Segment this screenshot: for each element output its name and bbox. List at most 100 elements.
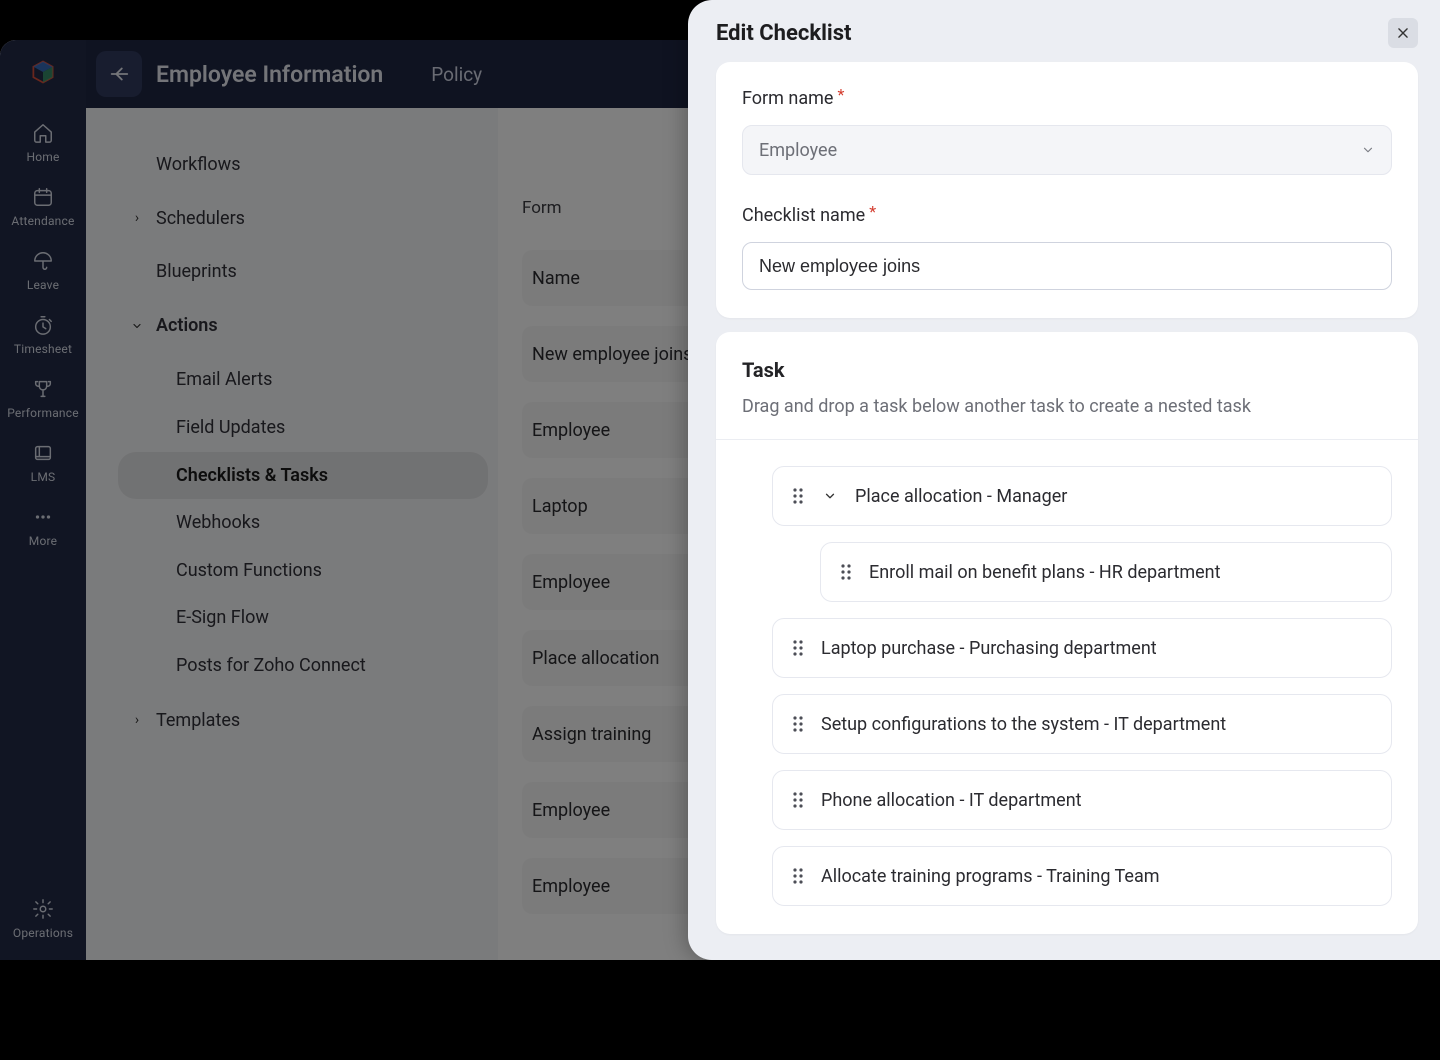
- sidebar-item-label: Actions: [156, 315, 218, 337]
- sidebar-sub-label: Email Alerts: [176, 369, 272, 391]
- sidebar-item-label: Templates: [156, 710, 240, 732]
- rail-item-label: Performance: [7, 406, 79, 420]
- rail-item-label: Operations: [13, 926, 73, 940]
- more-icon: [32, 506, 54, 528]
- task-item[interactable]: Allocate training programs - Training Te…: [772, 846, 1392, 906]
- drag-handle-icon[interactable]: [839, 563, 853, 581]
- task-label: Setup configurations to the system - IT …: [821, 714, 1226, 735]
- modal-body: Form name* Employee Checklist name* Task…: [688, 56, 1440, 960]
- sidebar-item-label: Workflows: [156, 154, 241, 176]
- rail-item-timesheet[interactable]: Timesheet: [9, 304, 77, 360]
- table-cell: Employee: [532, 572, 610, 593]
- home-icon: [32, 122, 54, 144]
- stopwatch-icon: [32, 314, 54, 336]
- sidebar-sub-email-alerts[interactable]: Email Alerts: [118, 356, 488, 404]
- sidebar-sub-label: Custom Functions: [176, 560, 322, 582]
- sidebar-sub-label: Posts for Zoho Connect: [176, 655, 366, 677]
- sidebar-sub-label: Webhooks: [176, 512, 260, 534]
- required-indicator: *: [869, 202, 876, 221]
- checklist-name-input[interactable]: [742, 242, 1392, 290]
- task-hint: Drag and drop a task below another task …: [742, 396, 1392, 417]
- sidebar-sub-esign-flow[interactable]: E-Sign Flow: [118, 594, 488, 642]
- rail-item-leave[interactable]: Leave: [9, 240, 77, 296]
- form-name-select[interactable]: Employee: [742, 125, 1392, 175]
- drag-handle-icon[interactable]: [791, 639, 805, 657]
- rail-item-more[interactable]: More: [9, 496, 77, 552]
- rail-item-performance[interactable]: Performance: [9, 368, 77, 424]
- back-button[interactable]: [96, 51, 142, 97]
- sidebar-item-workflows[interactable]: › Workflows: [118, 142, 488, 188]
- rail-item-label: LMS: [31, 470, 56, 484]
- task-label: Place allocation - Manager: [855, 486, 1067, 507]
- task-heading: Task: [742, 358, 1392, 382]
- drag-handle-icon[interactable]: [791, 715, 805, 733]
- left-rail: Home Attendance Leave Timesheet Performa: [0, 40, 86, 960]
- task-item[interactable]: Place allocation - Manager: [772, 466, 1392, 526]
- divider: [716, 439, 1418, 440]
- sidebar-item-templates[interactable]: › Templates: [118, 698, 488, 744]
- sidebar-item-label: Blueprints: [156, 261, 237, 283]
- arrow-left-icon: [108, 63, 130, 85]
- table-cell: Employee: [532, 420, 610, 441]
- sidebar-sub-label: E-Sign Flow: [176, 607, 269, 629]
- task-item[interactable]: Phone allocation - IT department: [772, 770, 1392, 830]
- drag-handle-icon[interactable]: [791, 487, 805, 505]
- edit-checklist-panel: Edit Checklist Form name* Employee Check…: [688, 0, 1440, 960]
- sidebar-item-label: Schedulers: [156, 208, 245, 230]
- rail-item-label: Leave: [27, 278, 59, 292]
- sidebar-sub-webhooks[interactable]: Webhooks: [118, 499, 488, 547]
- task-item[interactable]: Setup configurations to the system - IT …: [772, 694, 1392, 754]
- tab-policy[interactable]: Policy: [431, 63, 482, 86]
- form-name-label: Form name*: [742, 88, 1392, 109]
- task-label: Phone allocation - IT department: [821, 790, 1082, 811]
- rail-item-label: Timesheet: [14, 342, 72, 356]
- modal-title: Edit Checklist: [716, 21, 1388, 46]
- modal-header: Edit Checklist: [688, 0, 1440, 56]
- drag-handle-icon[interactable]: [791, 867, 805, 885]
- sidebar-item-actions[interactable]: Actions: [118, 303, 488, 349]
- table-cell: Employee: [532, 800, 610, 821]
- required-indicator: *: [837, 85, 844, 104]
- checklist-name-label: Checklist name*: [742, 205, 1392, 226]
- table-cell: New employee joins: [532, 344, 692, 365]
- close-button[interactable]: [1388, 18, 1418, 48]
- table-cell: Name: [532, 268, 580, 289]
- calendar-icon: [32, 186, 54, 208]
- task-label: Allocate training programs - Training Te…: [821, 866, 1160, 887]
- sidebar-item-schedulers[interactable]: › Schedulers: [118, 196, 488, 242]
- task-label: Laptop purchase - Purchasing department: [821, 638, 1157, 659]
- table-cell: Place allocation: [532, 648, 659, 669]
- page-title: Employee Information: [156, 61, 383, 88]
- task-label: Enroll mail on benefit plans - HR depart…: [869, 562, 1221, 583]
- rail-item-home[interactable]: Home: [9, 112, 77, 168]
- app-logo-icon: [29, 58, 57, 86]
- sidebar-sub-posts-zoho-connect[interactable]: Posts for Zoho Connect: [118, 642, 488, 690]
- chevron-down-icon: [130, 319, 144, 333]
- chevron-down-icon[interactable]: [821, 487, 839, 505]
- rail-item-lms[interactable]: LMS: [9, 432, 77, 488]
- umbrella-icon: [32, 250, 54, 272]
- rail-item-label: Attendance: [11, 214, 74, 228]
- close-icon: [1396, 26, 1410, 40]
- chevron-right-icon: ›: [130, 713, 144, 727]
- task-item[interactable]: Laptop purchase - Purchasing department: [772, 618, 1392, 678]
- book-icon: [32, 442, 54, 464]
- form-name-value: Employee: [759, 140, 837, 161]
- rail-item-label: More: [29, 534, 57, 548]
- sidebar-sub-field-updates[interactable]: Field Updates: [118, 404, 488, 452]
- chevron-down-icon: [1361, 143, 1375, 157]
- sidebar-sub-custom-functions[interactable]: Custom Functions: [118, 547, 488, 595]
- sidebar-sub-label: Checklists & Tasks: [176, 465, 328, 487]
- task-list: Place allocation - Manager Enroll mail o…: [742, 466, 1392, 906]
- task-card: Task Drag and drop a task below another …: [716, 332, 1418, 934]
- task-item[interactable]: Enroll mail on benefit plans - HR depart…: [820, 542, 1392, 602]
- sidebar-item-blueprints[interactable]: › Blueprints: [118, 249, 488, 295]
- drag-handle-icon[interactable]: [791, 791, 805, 809]
- sidebar-sub-label: Field Updates: [176, 417, 285, 439]
- rail-item-operations[interactable]: Operations: [9, 888, 77, 960]
- sidebar-sub-checklists-tasks[interactable]: Checklists & Tasks: [118, 452, 488, 500]
- table-cell: Assign training: [532, 724, 651, 745]
- settings-sidebar: › Workflows › Schedulers › Blueprints Ac…: [86, 108, 498, 960]
- rail-item-attendance[interactable]: Attendance: [9, 176, 77, 232]
- chevron-right-icon: ›: [130, 211, 144, 225]
